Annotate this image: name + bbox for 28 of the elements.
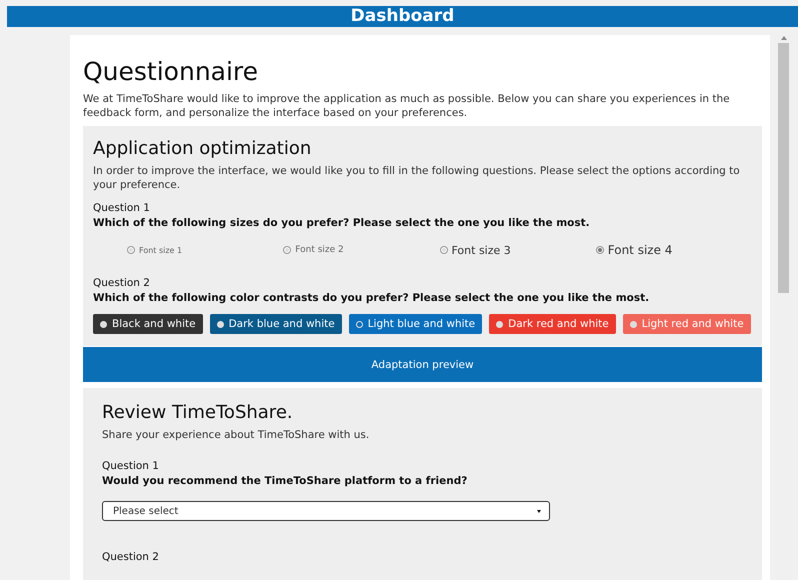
section-title: Application optimization	[93, 138, 312, 159]
scroll-thumb[interactable]	[778, 43, 789, 293]
question-label: Question 2	[102, 551, 160, 563]
question-label: Question 1	[102, 460, 160, 472]
section-title: Review TimeToShare.	[102, 402, 294, 423]
color-option-button[interactable]: Black and white	[93, 314, 203, 334]
dashboard-header: Dashboard	[7, 6, 798, 27]
question-label: Question 2	[93, 277, 151, 289]
color-option-button[interactable]: Light blue and white	[348, 314, 482, 334]
color-option-button[interactable]: Light red and white	[622, 314, 751, 334]
font-size-radio[interactable]: Font size 2	[283, 245, 440, 255]
color-option-button[interactable]: Dark red and white	[489, 314, 616, 334]
font-size-radio[interactable]: Font size 1	[127, 246, 284, 254]
section-intro: Share your experience about TimeToShare with us.	[102, 428, 370, 442]
select-field[interactable]: Please select	[102, 501, 550, 521]
scroll-up-icon[interactable]	[780, 35, 788, 41]
font-size-radio[interactable]: Font size 4	[596, 243, 752, 257]
page-title: Questionnaire	[83, 57, 260, 86]
section-intro: In order to improve the interface, we would like you to fill in the following questions. Please select the options according to your preference.	[93, 164, 741, 192]
caret-icon	[535, 508, 543, 514]
preview-button[interactable]: Adaptation preview	[83, 347, 762, 382]
question-text: Would you recommend the TimeToShare platform to a friend?	[102, 475, 468, 487]
intro-text: We at TimeToShare would like to improve the application as much as possible. Below you can share you experiences in the feedback form, and personalize the interface based on your preferences.	[83, 92, 731, 120]
question-label: Question 1	[93, 202, 151, 214]
question-text: Which of the following color contrasts do you prefer? Please select the one you like the most.	[93, 292, 650, 304]
color-option-button[interactable]: Dark blue and white	[210, 314, 342, 334]
font-size-radio[interactable]: Font size 3	[440, 244, 596, 256]
question-text: Which of the following sizes do you prefer? Please select the one you like the most.	[93, 217, 591, 229]
